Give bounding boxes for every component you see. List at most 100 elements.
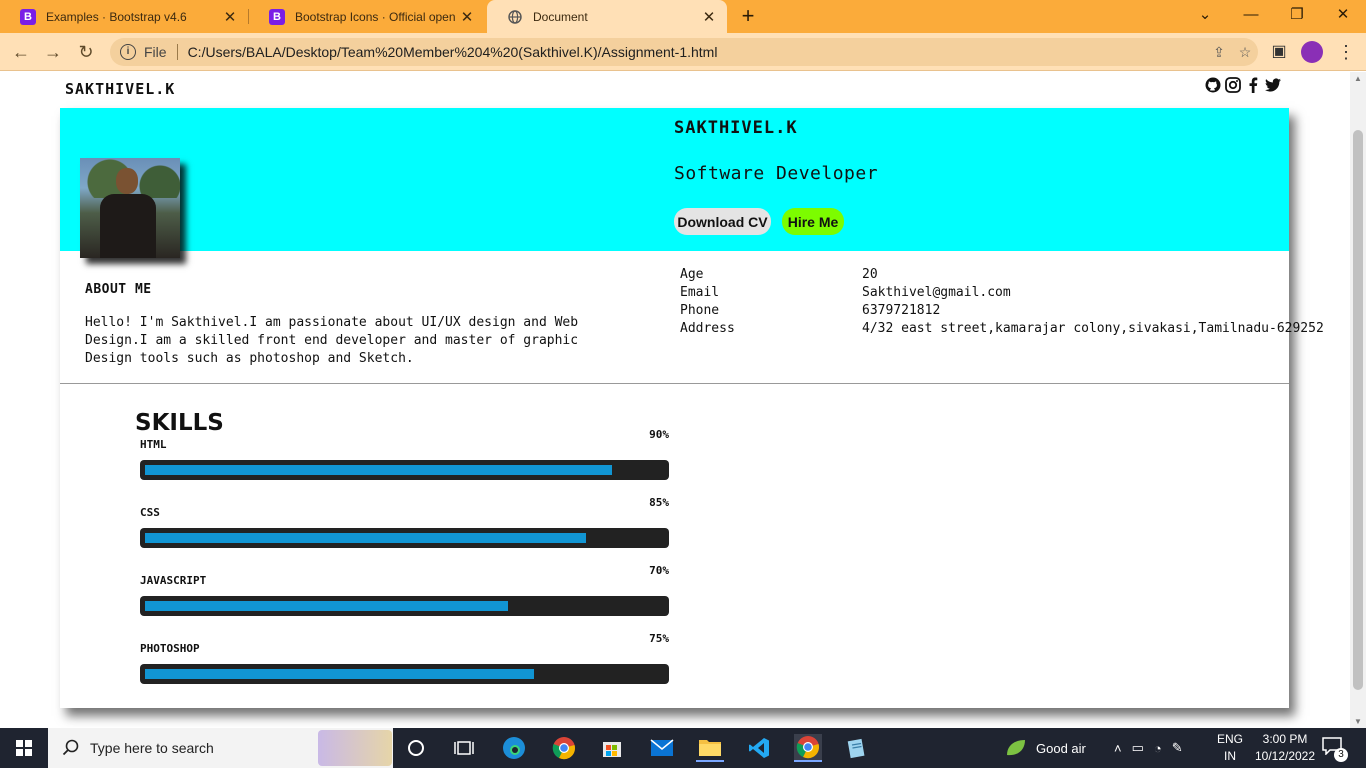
download-cv-button[interactable]: Download CV — [674, 208, 771, 235]
skill-progress-fill — [145, 669, 534, 679]
skill-css: CSS 85% — [140, 494, 669, 554]
globe-icon — [507, 9, 523, 25]
new-tab-button[interactable]: + — [736, 4, 760, 28]
instagram-icon[interactable] — [1225, 76, 1241, 94]
windows-taskbar: Type here to search Good air ˄ ▭ ◔ ✎ ENG… — [0, 728, 1366, 768]
back-button[interactable]: ← — [8, 39, 34, 65]
skill-progress-fill — [145, 533, 586, 543]
skill-name: CSS — [140, 506, 160, 519]
close-tab-icon[interactable]: ✕ — [455, 8, 479, 26]
resume-card: SAKTHIVEL.K Software Developer Download … — [60, 108, 1324, 708]
info-value: 6379721812 — [862, 303, 941, 318]
url-text[interactable]: C:/Users/BALA/Desktop/Team%20Member%204%… — [188, 44, 1206, 60]
scroll-up-arrow-icon[interactable]: ▲ — [1354, 74, 1362, 83]
taskbar-clock[interactable]: 3:00 PM 10/12/2022 — [1252, 731, 1318, 765]
profile-avatar[interactable] — [1301, 41, 1323, 63]
close-window-button[interactable]: ✕ — [1320, 0, 1366, 33]
skill-name: PHOTOSHOP — [140, 642, 200, 655]
chrome-icon[interactable] — [550, 734, 578, 762]
hire-me-button[interactable]: Hire Me — [782, 208, 844, 235]
forward-button[interactable]: → — [40, 39, 66, 65]
bookmark-star-icon[interactable]: ☆ — [1232, 44, 1258, 61]
wifi-icon[interactable]: ◔ — [1154, 741, 1162, 756]
info-key: Address — [680, 321, 735, 336]
scroll-thumb[interactable] — [1353, 130, 1363, 690]
close-tab-icon[interactable]: ✕ — [218, 8, 242, 26]
photo-person-body — [100, 194, 156, 258]
bootstrap-favicon-icon: B — [20, 8, 36, 25]
skill-javascript: JAVASCRIPT 70% — [140, 562, 669, 622]
start-button[interactable] — [0, 728, 48, 768]
skill-photoshop: PHOTOSHOP 75% — [140, 630, 669, 690]
address-bar[interactable]: i File C:/Users/BALA/Desktop/Team%20Memb… — [110, 38, 1258, 66]
minimize-button[interactable]: — — [1228, 0, 1274, 33]
section-divider — [60, 383, 1289, 384]
notepad-icon[interactable] — [843, 734, 871, 762]
info-key: Phone — [680, 303, 720, 318]
browser-toolbar: ← → ↻ i File C:/Users/BALA/Desktop/Team%… — [0, 33, 1366, 71]
side-panel-icon[interactable]: ▣ — [1266, 39, 1292, 65]
hero-role: Software Developer — [674, 163, 879, 184]
restore-button[interactable]: ❐ — [1274, 0, 1320, 33]
tab-title: Examples · Bootstrap v4.6 — [46, 9, 187, 24]
cortana-icon[interactable] — [402, 734, 430, 762]
file-explorer-icon[interactable] — [696, 734, 724, 762]
info-value: Sakthivel@gmail.com — [862, 285, 1011, 300]
brand-name[interactable]: SAKTHIVEL.K — [65, 80, 175, 98]
tab-search-chevron-icon[interactable]: ⌄ — [1182, 0, 1228, 33]
bootstrap-favicon-icon: B — [269, 8, 285, 25]
menu-dots-icon[interactable]: ⋮ — [1336, 41, 1356, 63]
scroll-down-arrow-icon[interactable]: ▼ — [1354, 717, 1362, 726]
task-view-icon[interactable] — [450, 734, 478, 762]
tab-bootstrap-icons[interactable]: B Bootstrap Icons · Official open so ✕ — [249, 0, 485, 33]
skill-progress-fill — [145, 601, 508, 611]
skill-progress-track — [140, 528, 669, 548]
twitter-icon[interactable] — [1265, 76, 1281, 94]
info-value: 20 — [862, 267, 878, 282]
info-row-email: Email Sakthivel@gmail.com — [680, 284, 1324, 302]
vscode-icon[interactable] — [745, 734, 773, 762]
close-tab-icon[interactable]: ✕ — [697, 8, 721, 26]
edge-icon[interactable] — [500, 734, 528, 762]
social-links — [1205, 76, 1281, 94]
info-icon[interactable]: i — [120, 44, 136, 60]
leaf-icon — [1007, 740, 1025, 756]
reload-button[interactable]: ↻ — [73, 39, 99, 65]
skill-name: HTML — [140, 438, 167, 451]
personal-info: Age 20 Email Sakthivel@gmail.com Phone 6… — [680, 266, 1324, 338]
clock-time: 3:00 PM — [1262, 732, 1308, 746]
tab-title: Document — [533, 9, 588, 24]
github-icon[interactable] — [1205, 76, 1221, 94]
hero-banner: SAKTHIVEL.K Software Developer Download … — [60, 108, 1289, 258]
tab-document[interactable]: Document ✕ — [487, 0, 727, 33]
clock-date: 10/12/2022 — [1254, 749, 1316, 763]
facebook-icon[interactable] — [1245, 76, 1261, 94]
tab-strip: B Examples · Bootstrap v4.6 ✕ B Bootstra… — [0, 0, 1366, 33]
page-scrollbar[interactable]: ▲ ▼ — [1350, 72, 1366, 728]
chrome-active-icon[interactable] — [794, 734, 822, 762]
photo-person-head — [116, 168, 138, 194]
omnibox-divider — [176, 44, 178, 60]
share-icon[interactable]: ⇪ — [1206, 44, 1232, 61]
search-highlight-image[interactable] — [318, 730, 392, 766]
hero-name: SAKTHIVEL.K — [674, 118, 798, 138]
weather-widget[interactable]: Good air — [1005, 728, 1086, 768]
skill-name: JAVASCRIPT — [140, 574, 207, 587]
info-key: Email — [680, 285, 720, 300]
info-row-address: Address 4/32 east street,kamarajar colon… — [680, 320, 1324, 338]
mail-icon[interactable] — [648, 734, 676, 762]
skill-progress-track — [140, 664, 669, 684]
lang-bottom: IN — [1224, 749, 1236, 763]
microsoft-store-icon[interactable] — [598, 734, 626, 762]
skill-html: HTML 90% — [140, 426, 669, 486]
info-row-age: Age 20 — [680, 266, 1324, 284]
tab-bootstrap-examples[interactable]: B Examples · Bootstrap v4.6 ✕ — [0, 0, 248, 33]
pen-icon[interactable]: ✎ — [1172, 740, 1183, 756]
chevron-up-icon[interactable]: ˄ — [1114, 741, 1122, 756]
page-viewport: SAKTHIVEL.K SAKTHIVEL.K Software Develop… — [0, 72, 1350, 728]
battery-icon[interactable]: ▭ — [1132, 740, 1144, 756]
language-indicator[interactable]: ENG IN — [1217, 731, 1243, 765]
tab-title: Bootstrap Icons · Official open so — [295, 9, 455, 24]
info-key: Age — [680, 267, 704, 282]
weather-text: Good air — [1036, 740, 1086, 756]
